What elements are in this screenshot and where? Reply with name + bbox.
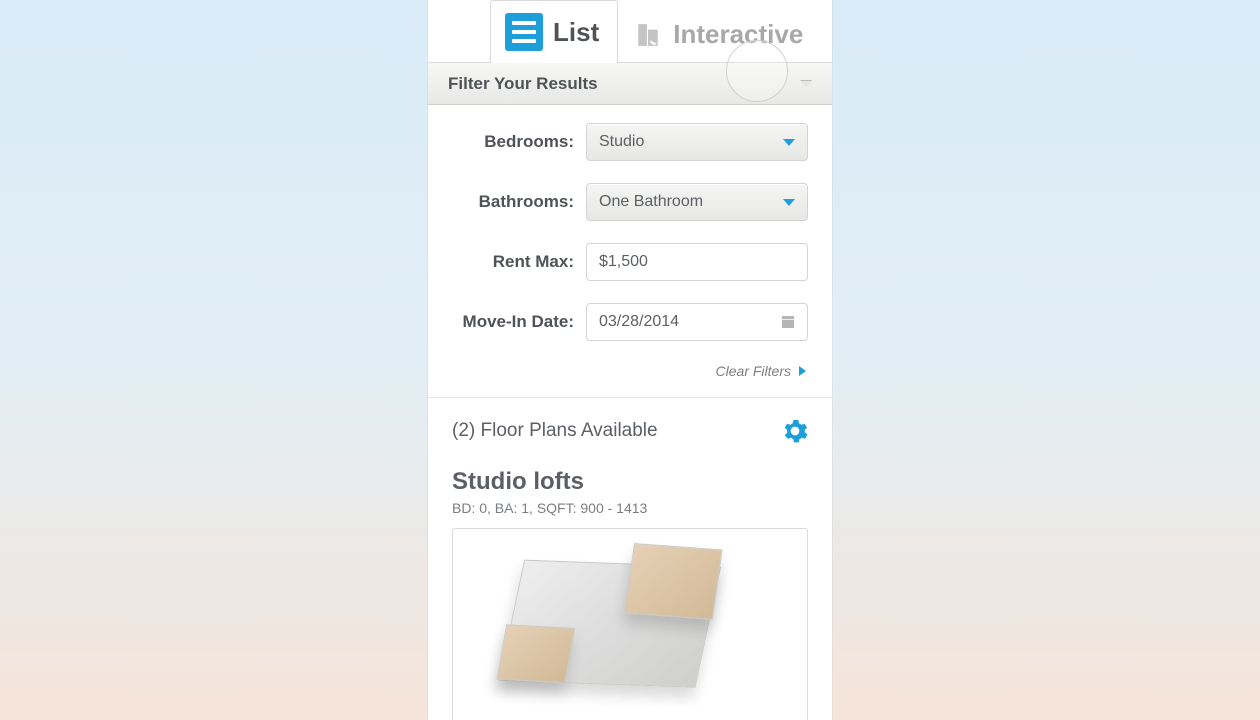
results-section: (2) Floor Plans Available Studio lofts B… (428, 398, 832, 720)
filter-body: Bedrooms: Studio Bathrooms: One Bathroom… (428, 105, 832, 398)
tab-list-label: List (553, 17, 599, 48)
bedrooms-label: Bedrooms: (446, 132, 586, 152)
bedrooms-select[interactable]: Studio (586, 123, 808, 161)
results-count: (2) Floor Plans Available (452, 420, 658, 442)
plan-image (452, 528, 808, 720)
rent-max-input[interactable]: $1,500 (586, 243, 808, 281)
movein-label: Move-In Date: (446, 312, 586, 332)
clear-filters-link[interactable]: Clear Filters (716, 363, 791, 379)
app-frame: List Interactive Filter Your Results Bed… (428, 0, 832, 720)
dropdown-caret-icon (783, 139, 795, 146)
dropdown-caret-icon (783, 199, 795, 206)
view-tabs: List Interactive (428, 0, 832, 63)
arrow-right-icon (799, 366, 806, 376)
rent-max-label: Rent Max: (446, 252, 586, 272)
bathrooms-value: One Bathroom (599, 193, 703, 211)
tab-interactive[interactable]: Interactive (618, 6, 822, 62)
filter-header[interactable]: Filter Your Results (428, 63, 832, 105)
floor-plan-illustration (487, 538, 773, 718)
list-icon (505, 13, 543, 51)
bedrooms-value: Studio (599, 133, 644, 151)
chevron-down-icon (800, 81, 812, 87)
floor-plan-card[interactable]: Studio lofts BD: 0, BA: 1, SQFT: 900 - 1… (452, 468, 808, 720)
bathrooms-select[interactable]: One Bathroom (586, 183, 808, 221)
movein-input[interactable]: 03/28/2014 (586, 303, 808, 341)
building-cursor-icon (633, 20, 663, 50)
calendar-icon (779, 313, 797, 331)
settings-gear-button[interactable] (782, 418, 808, 444)
movein-value: 03/28/2014 (599, 313, 679, 331)
plan-title: Studio lofts (452, 468, 808, 496)
bathrooms-label: Bathrooms: (446, 192, 586, 212)
tab-list[interactable]: List (490, 0, 618, 63)
rent-max-value: $1,500 (599, 253, 648, 271)
plan-meta: BD: 0, BA: 1, SQFT: 900 - 1413 (452, 500, 808, 516)
tab-interactive-label: Interactive (673, 19, 803, 50)
filter-header-title: Filter Your Results (448, 74, 598, 94)
